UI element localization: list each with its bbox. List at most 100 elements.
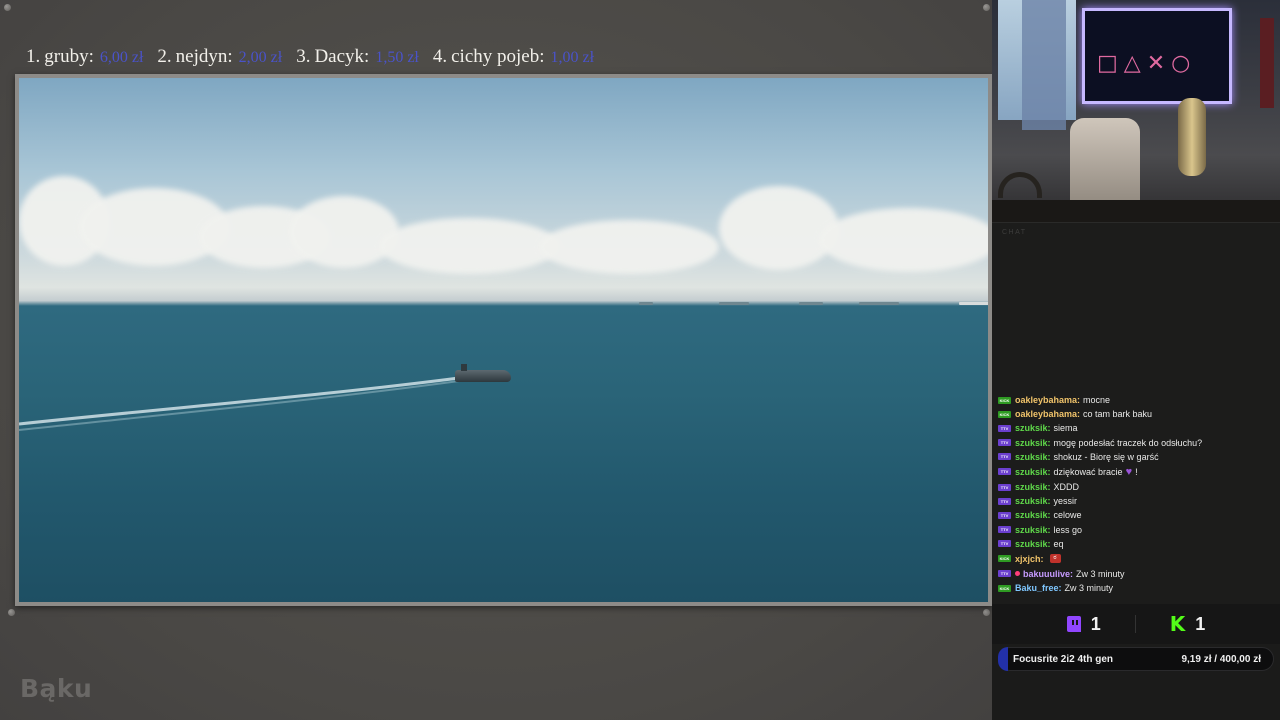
donation-goal-separator: / bbox=[1214, 653, 1218, 665]
twitch-badge-icon: TTV bbox=[998, 424, 1011, 432]
twitch-badge-icon: TTV bbox=[998, 439, 1011, 447]
chat-username: szuksik: bbox=[1015, 524, 1051, 535]
kick-badge-icon: KICK bbox=[998, 555, 1011, 563]
chat-text: less go bbox=[1053, 524, 1083, 535]
chat-message-list: KICK oakleybahama: mocne KICK oakleybaha… bbox=[998, 393, 1276, 595]
chat-username: Baku_free: bbox=[1015, 583, 1062, 594]
chat-panel: CHAT KICK oakleybahama: mocne KICK oakle… bbox=[992, 222, 1280, 604]
angry-emote-icon: ಠ bbox=[1049, 554, 1061, 564]
twitch-badge-icon: TTV bbox=[998, 540, 1011, 548]
chat-text: mogę podesłać traczek do odsłuchu? bbox=[1053, 437, 1203, 448]
chat-text-suffix: ! bbox=[1135, 466, 1138, 477]
chat-message: TTV bakuuulive: Zw 3 minuty bbox=[998, 567, 1276, 581]
video-frame bbox=[15, 74, 992, 606]
leaderboard-entry: 2. nejdyn: 2,00 zł bbox=[157, 46, 282, 68]
twitch-badge-icon: TTV bbox=[998, 468, 1011, 476]
live-dot-icon bbox=[1015, 571, 1020, 577]
screw-decoration bbox=[8, 609, 15, 616]
chat-message: TTV szuksik: dziękować bracie ♥ ! bbox=[998, 464, 1276, 480]
chat-username: szuksik: bbox=[1015, 510, 1051, 521]
leaderboard-entry: 1. gruby: 6,00 zł bbox=[26, 46, 143, 68]
chat-username: szuksik: bbox=[1015, 466, 1051, 477]
chat-message: TTV szuksik: yessir bbox=[998, 494, 1276, 508]
donation-goal-target: 400,00 zł bbox=[1219, 653, 1261, 665]
channel-name-watermark: Bąku bbox=[20, 674, 93, 703]
donation-goal-bar: Focusrite 2i2 4th gen 9,19 zł / 400,00 z… bbox=[998, 647, 1274, 671]
leaderboard-amount: 1,00 zł bbox=[550, 49, 595, 66]
leaderboard-entry: 3. Dacyk: 1,50 zł bbox=[296, 46, 419, 68]
leaderboard-rank: 3. bbox=[296, 46, 311, 67]
leaderboard-entry: 4. cichy pojeb: 1,00 zł bbox=[433, 46, 594, 68]
boat-wake bbox=[19, 376, 460, 431]
webcam-feed: □△✕○ bbox=[992, 0, 1280, 222]
chat-username: szuksik: bbox=[1015, 423, 1051, 434]
leaderboard-rank: 4. bbox=[432, 46, 448, 67]
chat-message: TTV szuksik: celowe bbox=[998, 508, 1276, 522]
chat-username: oakleybahama: bbox=[1015, 395, 1081, 406]
chat-username: oakleybahama: bbox=[1015, 409, 1081, 420]
twitch-badge-icon: TTV bbox=[998, 570, 1011, 578]
chat-message: TTV szuksik: shokuz - Biorę się w garść bbox=[998, 450, 1276, 464]
leaderboard-amount: 2,00 zł bbox=[238, 49, 283, 66]
stream-layout: 1. gruby: 6,00 zł 2. nejdyn: 2,00 zł 3. … bbox=[0, 0, 992, 720]
chat-message: TTV szuksik: mogę podesłać traczek do od… bbox=[998, 436, 1276, 450]
twitch-viewers: 1 bbox=[1066, 613, 1101, 635]
donation-goal-name: Focusrite 2i2 4th gen bbox=[1013, 653, 1114, 665]
webcam-wall-decor bbox=[1260, 18, 1274, 108]
side-panel: □△✕○ CHAT KICK oakleybahama: mocne KICK … bbox=[992, 0, 1280, 720]
twitch-icon bbox=[1066, 616, 1081, 632]
twitch-badge-icon: TTV bbox=[998, 526, 1011, 534]
chat-message: KICK oakleybahama: co tam bark baku bbox=[998, 407, 1276, 421]
donor-leaderboard: 1. gruby: 6,00 zł 2. nejdyn: 2,00 zł 3. … bbox=[26, 44, 594, 70]
twitch-viewer-count: 1 bbox=[1090, 613, 1101, 634]
leaderboard-name: Dacyk: bbox=[314, 46, 370, 67]
chat-username: szuksik: bbox=[1015, 496, 1051, 507]
chat-username: bakuuulive: bbox=[1023, 568, 1074, 579]
webcam-led-panel: □△✕○ bbox=[1082, 8, 1232, 104]
webcam-desk bbox=[992, 200, 1280, 222]
screw-decoration bbox=[983, 609, 990, 616]
chat-text: shokuz - Biorę się w garść bbox=[1053, 451, 1159, 462]
twitch-badge-icon: TTV bbox=[998, 511, 1011, 519]
chat-text: XDDD bbox=[1053, 482, 1080, 493]
microphone-icon bbox=[1178, 98, 1206, 176]
kick-icon: K bbox=[1169, 612, 1186, 636]
leaderboard-name: cichy pojeb: bbox=[451, 46, 545, 67]
leaderboard-amount: 6,00 zł bbox=[99, 49, 144, 66]
chat-username: szuksik: bbox=[1015, 538, 1051, 549]
chat-text: dziękować bracie bbox=[1053, 466, 1123, 477]
chat-text: mocne bbox=[1083, 395, 1111, 406]
kick-badge-icon: KICK bbox=[998, 584, 1011, 592]
screw-decoration bbox=[983, 4, 990, 11]
kick-viewer-count: 1 bbox=[1195, 613, 1206, 634]
chat-text: siema bbox=[1053, 423, 1078, 434]
chat-message: KICK Baku_free: Zw 3 minuty bbox=[998, 581, 1276, 595]
kick-badge-icon: KICK bbox=[998, 410, 1011, 418]
webcam-chair bbox=[1070, 118, 1140, 208]
leaderboard-rank: 1. bbox=[26, 46, 41, 67]
leaderboard-name: gruby: bbox=[44, 46, 94, 67]
chat-username: xjxjch: bbox=[1015, 553, 1044, 564]
leaderboard-amount: 1,50 zł bbox=[375, 49, 419, 66]
chat-message: TTV szuksik: less go bbox=[998, 523, 1276, 537]
leaderboard-name: nejdyn: bbox=[175, 46, 233, 67]
donation-goal-current: 9,19 zł bbox=[1181, 653, 1212, 665]
headphones-icon bbox=[998, 172, 1042, 198]
chat-message: KICK oakleybahama: mocne bbox=[998, 393, 1276, 407]
chat-message: TTV szuksik: siema bbox=[998, 421, 1276, 435]
chat-text: yessir bbox=[1053, 496, 1078, 507]
chat-username: szuksik: bbox=[1015, 451, 1051, 462]
twitch-badge-icon: TTV bbox=[998, 497, 1011, 505]
chat-message: KICK xjxjch: ಠ bbox=[998, 551, 1276, 567]
chat-title: CHAT bbox=[1002, 229, 1027, 236]
chat-message: TTV szuksik: XDDD bbox=[998, 480, 1276, 494]
playstation-symbols-icon: □△✕○ bbox=[1097, 51, 1197, 76]
webcam-curtain bbox=[1022, 0, 1066, 130]
screw-decoration bbox=[4, 4, 11, 11]
chat-text: Zw 3 minuty bbox=[1064, 583, 1114, 594]
chat-text: Zw 3 minuty bbox=[1076, 568, 1125, 579]
leaderboard-rank: 2. bbox=[157, 46, 172, 67]
kick-badge-icon: KICK bbox=[998, 396, 1011, 404]
twitch-badge-icon: TTV bbox=[998, 453, 1011, 461]
divider bbox=[1134, 615, 1136, 633]
